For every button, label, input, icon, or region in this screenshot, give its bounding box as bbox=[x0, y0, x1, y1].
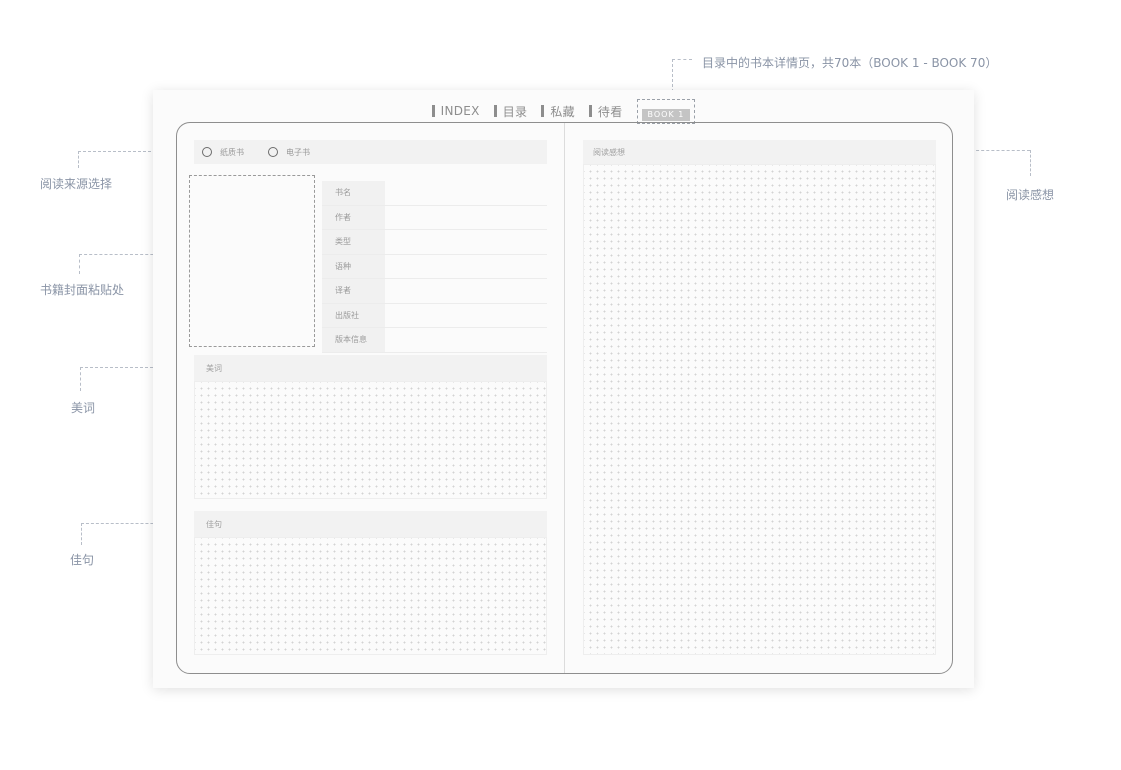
info-value bbox=[385, 304, 547, 328]
info-value bbox=[385, 181, 547, 205]
annotation-source-select: 阅读来源选择 bbox=[40, 177, 113, 191]
info-value bbox=[385, 328, 547, 352]
info-value bbox=[385, 206, 547, 230]
beautiful-words-header: 美词 bbox=[194, 355, 547, 381]
nav-label: 私藏 bbox=[550, 104, 575, 119]
section-title: 阅读感想 bbox=[593, 147, 625, 157]
reflection-header: 阅读感想 bbox=[583, 140, 936, 164]
reflection-area[interactable] bbox=[583, 164, 936, 655]
nav-marker-icon bbox=[431, 105, 435, 117]
info-row-language[interactable]: 语种 bbox=[322, 254, 547, 279]
info-value bbox=[385, 279, 547, 303]
nav-index[interactable]: INDEX bbox=[431, 104, 480, 118]
radio-circle-icon bbox=[202, 147, 212, 157]
info-value bbox=[385, 255, 547, 279]
info-label: 版本信息 bbox=[322, 328, 385, 352]
cover-paste-area bbox=[189, 175, 315, 347]
good-sentences-area[interactable] bbox=[194, 537, 547, 655]
info-row-edition[interactable]: 版本信息 bbox=[322, 328, 547, 353]
leader-source-v bbox=[78, 151, 79, 168]
nav-collection[interactable]: 私藏 bbox=[541, 103, 575, 120]
annotation-cover-paste: 书籍封面粘贴处 bbox=[40, 283, 125, 297]
leader-reflect-v bbox=[1030, 150, 1031, 176]
nav-to-read[interactable]: 待看 bbox=[588, 103, 623, 120]
info-label: 书名 bbox=[322, 181, 385, 205]
annotation-beautiful-words: 美词 bbox=[71, 401, 96, 415]
info-label: 出版社 bbox=[322, 303, 385, 327]
source-selector: 纸质书 电子书 bbox=[194, 140, 547, 164]
nav-book-label: BOOK 1 bbox=[641, 108, 691, 121]
leader-cover-v bbox=[79, 254, 80, 274]
section-title: 美词 bbox=[206, 363, 222, 373]
info-row-title[interactable]: 书名 bbox=[322, 181, 547, 206]
nav-book-active[interactable]: BOOK 1 bbox=[636, 98, 696, 124]
nav-marker-icon bbox=[493, 105, 497, 117]
info-row-genre[interactable]: 类型 bbox=[322, 230, 547, 255]
annotation-top-note: 目录中的书本详情页，共70本（BOOK 1 - BOOK 70） bbox=[702, 56, 998, 70]
notebook-sheet: INDEX 目录 私藏 待看 BOOK 1 纸质书 电子书 书名 作者 类型 语… bbox=[153, 90, 974, 688]
good-sentences-header: 佳句 bbox=[194, 511, 547, 537]
info-row-publisher[interactable]: 出版社 bbox=[322, 303, 547, 328]
radio-label: 电子书 bbox=[286, 147, 310, 157]
nav-marker-icon bbox=[541, 105, 545, 117]
info-label: 语种 bbox=[322, 254, 385, 278]
info-row-translator[interactable]: 译者 bbox=[322, 279, 547, 304]
radio-circle-icon bbox=[268, 147, 278, 157]
leader-top-h bbox=[672, 59, 692, 60]
leader-words-v bbox=[80, 367, 81, 391]
nav-marker-icon bbox=[588, 105, 592, 117]
page-divider bbox=[564, 123, 565, 673]
beautiful-words-area[interactable] bbox=[194, 381, 547, 499]
section-title: 佳句 bbox=[206, 519, 222, 529]
top-nav: INDEX 目录 私藏 待看 BOOK 1 bbox=[153, 98, 974, 124]
radio-paper-book[interactable]: 纸质书 bbox=[202, 147, 244, 158]
nav-label: INDEX bbox=[440, 104, 480, 118]
leader-sent-v bbox=[81, 523, 82, 545]
radio-ebook[interactable]: 电子书 bbox=[268, 147, 310, 158]
info-row-author[interactable]: 作者 bbox=[322, 205, 547, 230]
radio-label: 纸质书 bbox=[220, 147, 244, 157]
annotation-good-sentences: 佳句 bbox=[70, 553, 95, 567]
info-label: 作者 bbox=[322, 205, 385, 229]
nav-catalog[interactable]: 目录 bbox=[493, 103, 528, 120]
annotation-reflection: 阅读感想 bbox=[1006, 188, 1055, 202]
nav-label: 待看 bbox=[597, 104, 623, 119]
nav-label: 目录 bbox=[502, 104, 528, 119]
notebook-frame: 纸质书 电子书 书名 作者 类型 语种 译者 出版社 版本信息 美词 佳句 阅读… bbox=[176, 122, 953, 674]
info-value bbox=[385, 230, 547, 254]
info-label: 类型 bbox=[322, 230, 385, 254]
book-info-table: 书名 作者 类型 语种 译者 出版社 版本信息 bbox=[322, 181, 547, 353]
info-label: 译者 bbox=[322, 279, 385, 303]
